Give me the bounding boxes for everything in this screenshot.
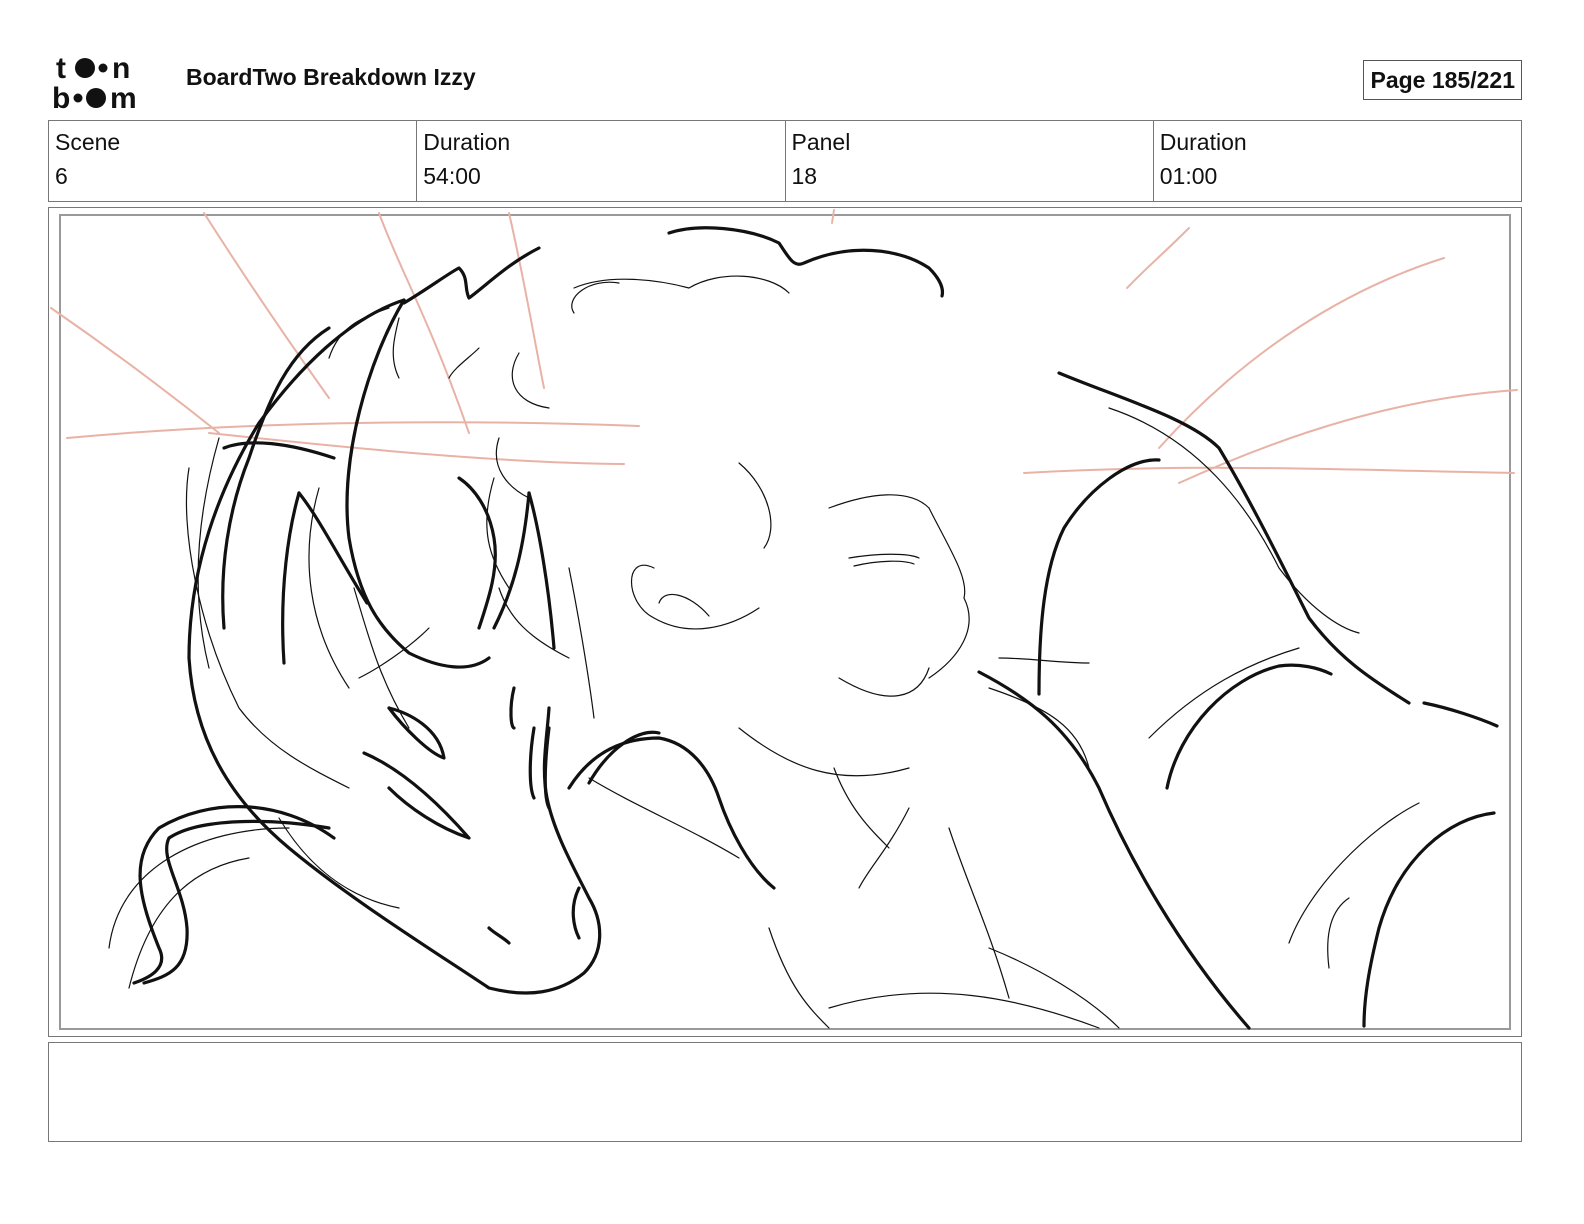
notes-box — [48, 1042, 1522, 1142]
scene-value: 6 — [55, 163, 68, 189]
scene-label: Scene — [55, 129, 121, 155]
toon-boom-logo: t n b m — [52, 52, 137, 114]
scene-duration-value: 54:00 — [423, 163, 481, 189]
scene-cell: Scene 6 — [49, 121, 418, 201]
construction-lines — [108, 275, 1420, 1029]
scene-duration-cell: Duration 54:00 — [417, 121, 786, 201]
panel-sketch — [50, 209, 1518, 1030]
document-title: BoardTwo Breakdown Izzy — [186, 64, 476, 90]
ink-lines — [132, 226, 1499, 1030]
storyboard-panel — [48, 207, 1522, 1037]
svg-text:n: n — [112, 52, 130, 85]
scene-duration-label: Duration — [423, 129, 511, 155]
svg-text:t: t — [56, 52, 66, 85]
page-indicator: Page 185/221 — [1363, 60, 1522, 100]
panel-label: Panel — [791, 129, 851, 155]
panel-duration-cell: Duration 01:00 — [1154, 121, 1521, 201]
safe-frame — [59, 214, 1511, 1030]
panel-duration-label: Duration — [1159, 129, 1247, 155]
svg-text:b: b — [52, 82, 70, 114]
info-table: Scene 6 Duration 54:00 Panel 18 Duration… — [48, 120, 1522, 202]
panel-duration-value: 01:00 — [1159, 163, 1218, 189]
panel-value: 18 — [791, 163, 818, 189]
svg-text:m: m — [110, 82, 137, 114]
panel-cell: Panel 18 — [786, 121, 1154, 201]
